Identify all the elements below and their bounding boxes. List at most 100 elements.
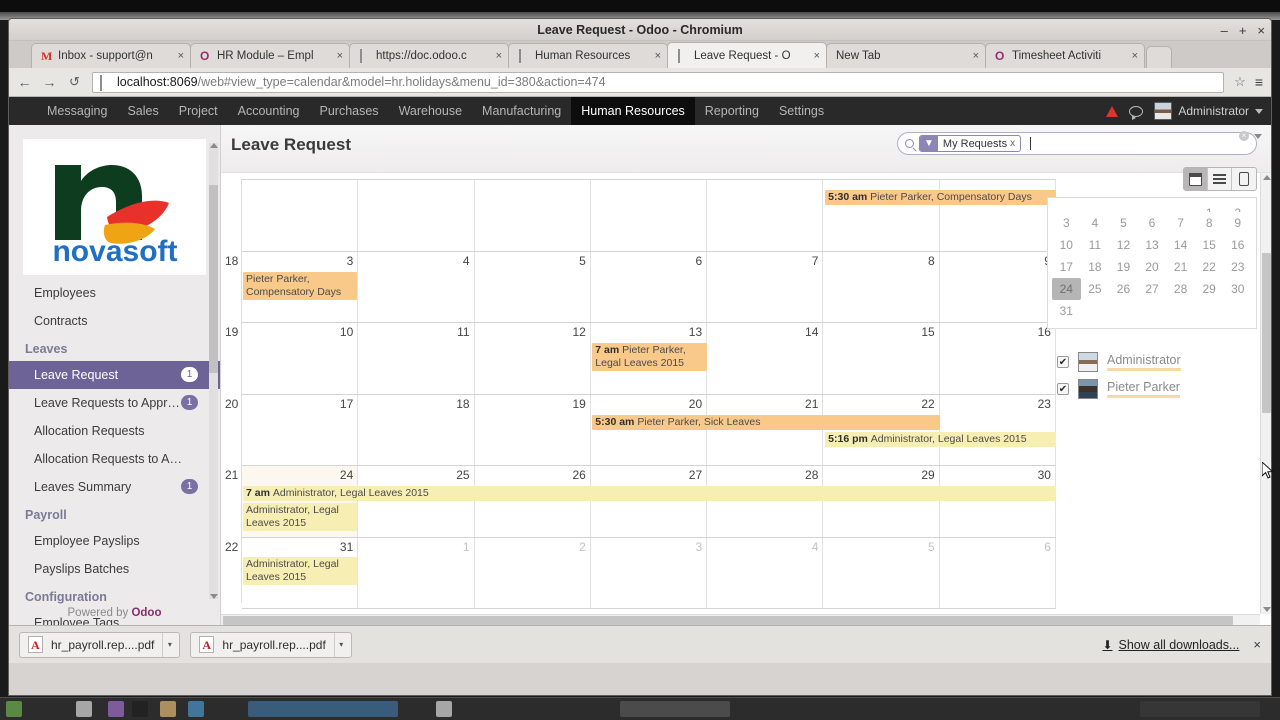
calendar-event[interactable]: 5:30 am Pieter Parker, Compensatory Days (825, 190, 1056, 205)
calendar-day-cell[interactable]: 7 (707, 251, 824, 322)
mini-calendar-day[interactable]: 10 (1052, 234, 1081, 256)
calendar-event[interactable]: 7 am Administrator, Legal Leaves 2015 (243, 486, 1056, 501)
scroll-up-icon[interactable] (1263, 175, 1271, 180)
menu-warehouse[interactable]: Warehouse (389, 97, 472, 125)
calendar-day-cell[interactable]: 8 (823, 251, 940, 322)
tab-close-icon[interactable]: × (650, 50, 661, 62)
mini-calendar-day[interactable]: 31 (1052, 300, 1081, 322)
calendar-day-cell[interactable]: 30 (940, 466, 1056, 537)
scroll-down-icon[interactable] (1263, 607, 1271, 612)
browser-tab[interactable]: M Inbox - support@n × (31, 43, 191, 68)
calendar-day-cell[interactable]: 10 (242, 323, 359, 394)
calendar-day-cell[interactable]: 2 (475, 537, 591, 608)
menu-reporting[interactable]: Reporting (695, 97, 769, 125)
browser-tab[interactable]: New Tab × (826, 43, 986, 68)
mini-calendar-day[interactable]: 20 (1138, 256, 1167, 278)
minimize-button[interactable]: – (1221, 24, 1228, 37)
calendar-day-cell[interactable]: 3 (591, 537, 708, 608)
search-input[interactable]: ▼ My Requests x (897, 132, 1257, 155)
mini-calendar-day[interactable]: 27 (1138, 278, 1167, 300)
view-form-button[interactable] (1232, 168, 1256, 190)
mini-calendar-day[interactable]: . (1166, 202, 1195, 212)
mini-calendar-day[interactable]: 7 (1166, 212, 1195, 234)
calendar-day-cell[interactable]: 6 (940, 537, 1056, 608)
browser-tab[interactable]: https://doc.odoo.c × (349, 43, 509, 68)
mini-calendar-day[interactable]: . (1109, 202, 1138, 212)
view-list-button[interactable] (1208, 168, 1232, 190)
calendar-day-cell[interactable]: 26 (475, 466, 591, 537)
calendar-event[interactable]: 5:16 pm Administrator, Legal Leaves 2015 (825, 431, 1056, 447)
calendar-day-cell[interactable]: 15 (823, 323, 940, 394)
calendar-day-cell[interactable]: 12 (475, 323, 591, 394)
maximize-button[interactable]: + (1239, 24, 1247, 37)
search-facet[interactable]: ▼ My Requests x (919, 135, 1022, 152)
browser-tab[interactable]: O Timesheet Activiti × (985, 43, 1145, 68)
sidebar-item-leaves-summary[interactable]: Leaves Summary 1 (9, 473, 220, 501)
calendar-day-cell[interactable]: 4 (707, 537, 824, 608)
calendar-day-cell[interactable]: 4 (358, 251, 475, 322)
sidebar-item-contracts[interactable]: Contracts (9, 307, 220, 335)
calendar-event[interactable]: 5:30 am Pieter Parker, Sick Leaves (592, 414, 940, 430)
taskbar-icon[interactable] (76, 701, 92, 717)
content-vertical-scrollbar[interactable] (1260, 173, 1271, 614)
show-all-downloads-link[interactable]: ⬇ Show all downloads... (1102, 638, 1239, 652)
calendar-event[interactable]: Administrator, Legal Leaves 2015 (243, 556, 358, 585)
calendar-day-cell[interactable]: 17 (242, 394, 359, 465)
mini-calendar-day[interactable]: 23 (1223, 256, 1252, 278)
clear-search-icon[interactable]: × (1239, 131, 1249, 141)
taskbar-icon[interactable] (108, 701, 124, 717)
mini-calendar-day[interactable]: 21 (1166, 256, 1195, 278)
calendar-day-cell[interactable]: 21 (707, 394, 824, 465)
close-button[interactable]: × (1257, 24, 1265, 37)
content-horizontal-scrollbar[interactable] (221, 614, 1260, 625)
search-facet-remove-icon[interactable]: x (1010, 138, 1020, 149)
chat-icon[interactable] (1129, 105, 1144, 120)
calendar-day-cell[interactable] (707, 180, 824, 251)
mini-calendar-day[interactable]: 22 (1195, 256, 1224, 278)
attendee-row[interactable]: ✔ Pieter Parker (1047, 376, 1257, 403)
user-menu[interactable]: Administrator (1154, 102, 1263, 120)
reload-icon[interactable]: ↺ (67, 74, 82, 90)
back-icon[interactable]: ← (17, 74, 32, 90)
mini-calendar-day[interactable]: . (1081, 202, 1110, 212)
download-menu-icon[interactable]: ▾ (333, 632, 348, 657)
browser-tab-active[interactable]: Leave Request - O × (667, 42, 827, 68)
tab-close-icon[interactable]: × (332, 50, 343, 62)
sidebar-item-allocation-requests[interactable]: Allocation Requests (9, 417, 220, 445)
mini-calendar-day[interactable]: 17 (1052, 256, 1081, 278)
sidebar-item-allocation-requests-to-approve[interactable]: Allocation Requests to A… (9, 445, 220, 473)
view-calendar-button[interactable] (1184, 168, 1208, 190)
tab-close-icon[interactable]: × (173, 50, 184, 62)
calendar-day-cell[interactable]: 11 (358, 323, 475, 394)
calendar-day-cell[interactable]: 19 (475, 394, 591, 465)
mini-calendar-day[interactable]: 8 (1195, 212, 1224, 234)
mini-calendar-day[interactable]: 25 (1081, 278, 1110, 300)
menu-settings[interactable]: Settings (769, 97, 834, 125)
mini-calendar-day[interactable]: 4 (1081, 212, 1110, 234)
mini-calendar-day[interactable]: 9 (1223, 212, 1252, 234)
mini-calendar-day[interactable]: 2 (1223, 202, 1252, 212)
taskbar-window-button[interactable] (248, 701, 398, 717)
attendee-checkbox[interactable]: ✔ (1057, 356, 1069, 368)
scroll-down-icon[interactable] (210, 594, 218, 599)
calendar-day-cell[interactable]: 6 (591, 251, 708, 322)
tab-close-icon[interactable]: × (809, 50, 820, 62)
sidebar-item-employees[interactable]: Employees (9, 279, 220, 307)
calendar-day-cell[interactable] (475, 180, 591, 251)
menu-manufacturing[interactable]: Manufacturing (472, 97, 571, 125)
attendee-checkbox[interactable]: ✔ (1057, 383, 1069, 395)
mini-calendar-day[interactable]: 11 (1081, 234, 1110, 256)
content-vertical-scroll-thumb[interactable] (1262, 253, 1271, 413)
mini-calendar-day[interactable]: . (1138, 202, 1167, 212)
mini-calendar-day[interactable]: 24 (1052, 278, 1081, 300)
new-tab-button[interactable] (1146, 46, 1172, 68)
mini-calendar-day[interactable]: 1 (1195, 202, 1224, 212)
calendar-day-cell[interactable]: 5 (823, 537, 940, 608)
calendar-day-cell[interactable]: 25 (358, 466, 475, 537)
calendar-day-cell[interactable]: 23 (940, 394, 1056, 465)
mini-calendar-day[interactable]: 6 (1138, 212, 1167, 234)
mini-calendar-day[interactable]: 28 (1166, 278, 1195, 300)
mini-calendar-day[interactable]: 5 (1109, 212, 1138, 234)
calendar-day-cell[interactable]: 28 (707, 466, 824, 537)
taskbar-window-button[interactable] (620, 701, 730, 717)
